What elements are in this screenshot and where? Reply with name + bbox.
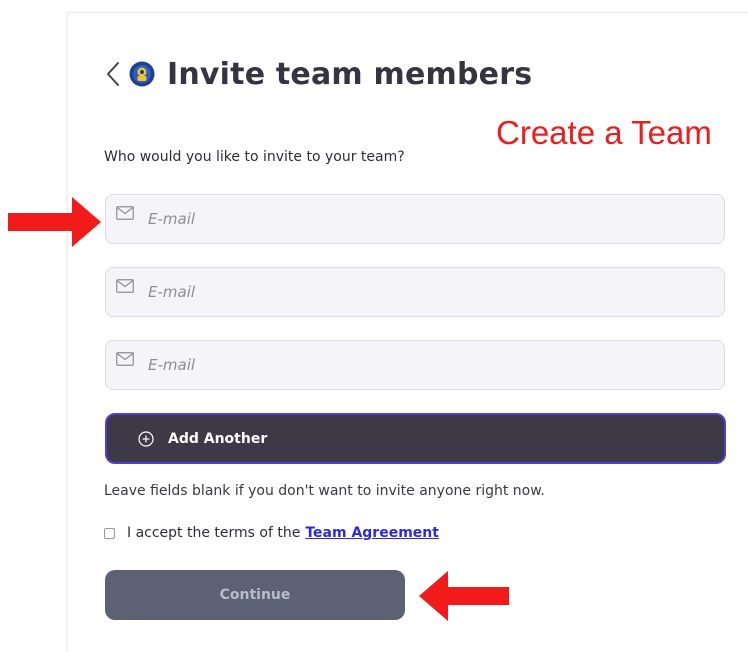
email-input[interactable]	[148, 341, 708, 389]
add-another-label: Add Another	[168, 430, 268, 447]
plus-circle-icon	[138, 430, 154, 447]
terms-checkbox[interactable]	[104, 527, 115, 539]
email-field[interactable]	[105, 340, 725, 390]
team-logo-icon	[129, 61, 155, 87]
email-field[interactable]	[105, 194, 725, 244]
hint-text: Leave fields blank if you don't want to …	[104, 483, 545, 499]
add-another-button[interactable]: Add Another	[105, 413, 726, 464]
terms-text: I accept the terms of the	[127, 525, 301, 541]
continue-button[interactable]: Continue	[105, 570, 405, 620]
back-button[interactable]	[103, 59, 123, 89]
continue-label: Continue	[219, 587, 291, 603]
mail-icon	[116, 206, 134, 220]
mail-icon	[116, 279, 134, 293]
chevron-left-icon	[107, 62, 119, 86]
annotation-label: Create a Team	[496, 114, 712, 151]
terms-row: I accept the terms of the Team Agreement	[104, 525, 439, 541]
page-title: Invite team members	[167, 56, 533, 92]
email-field[interactable]	[105, 267, 725, 317]
invite-question: Who would you like to invite to your tea…	[104, 149, 405, 165]
team-agreement-link[interactable]: Team Agreement	[305, 525, 439, 541]
annotation-arrow-left	[419, 571, 509, 621]
page: Invite team members Create a Team Who wo…	[0, 0, 748, 652]
header: Invite team members	[103, 52, 532, 96]
mail-icon	[116, 352, 134, 366]
email-input[interactable]	[148, 268, 708, 316]
annotation-arrow-right	[8, 197, 101, 247]
invite-card	[67, 12, 748, 652]
email-input[interactable]	[148, 195, 708, 243]
